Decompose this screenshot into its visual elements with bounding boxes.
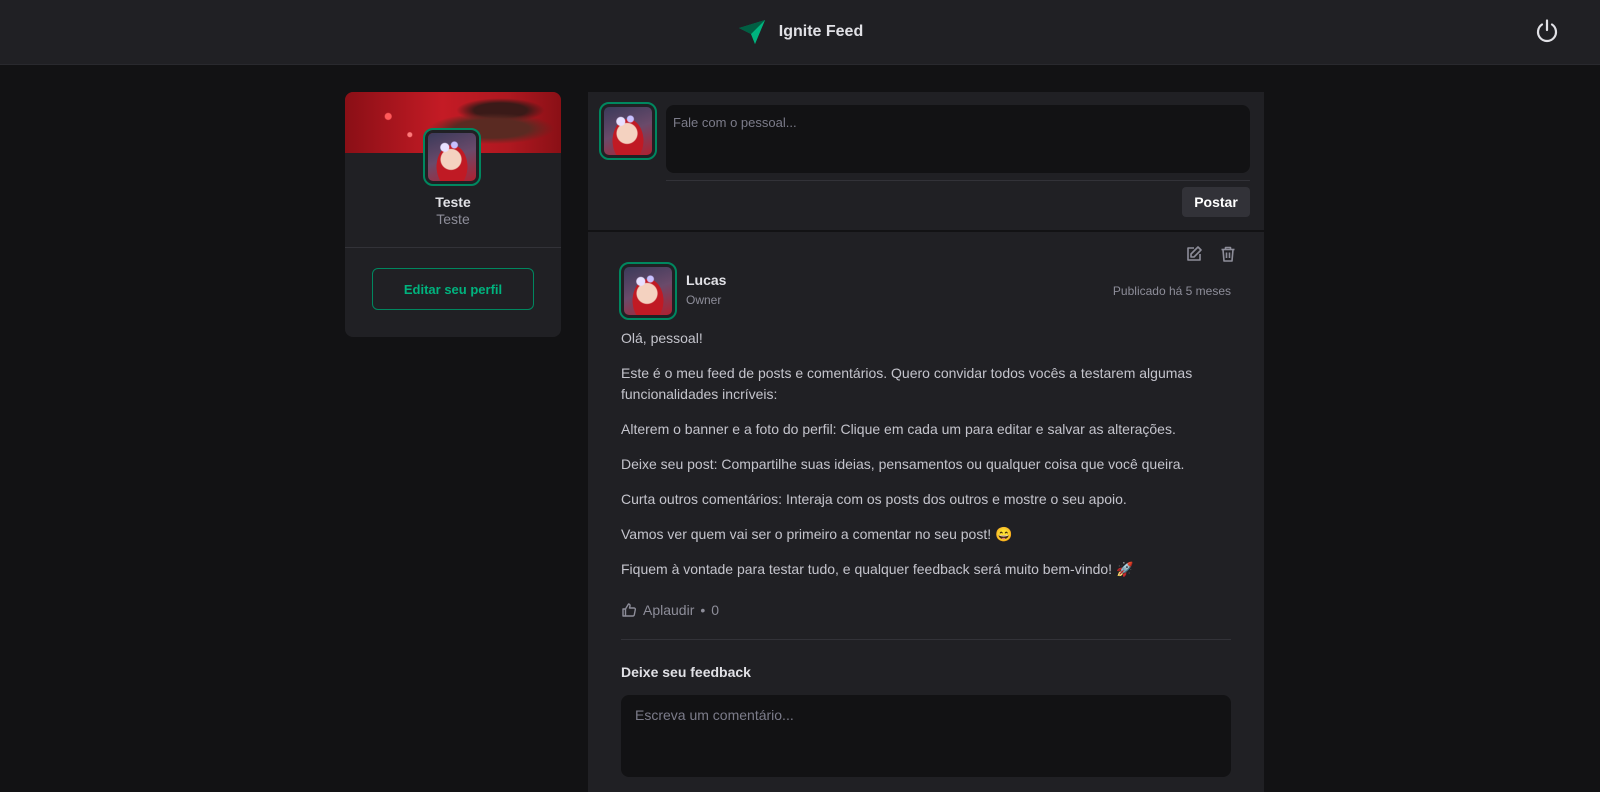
avatar[interactable]: [619, 262, 677, 320]
composer-divider: [666, 180, 1250, 181]
published-time: Publicado há 5 meses: [1112, 284, 1231, 298]
paper-plane-icon: [737, 18, 767, 46]
post-card: Lucas Owner Publicado há 5 meses Olá, pe…: [588, 232, 1264, 792]
edit-icon[interactable]: [1184, 244, 1204, 264]
applaud-count: 0: [711, 602, 720, 618]
post-paragraph: Vamos ver quem vai ser o primeiro a come…: [621, 526, 1013, 542]
power-icon[interactable]: [1534, 18, 1560, 44]
post-content: Olá, pessoal! Este é o meu feed de posts…: [621, 328, 1231, 594]
post-paragraph: Fiquem à vontade para testar tudo, e qua…: [621, 561, 1134, 577]
post-paragraph: Olá, pessoal!: [621, 330, 703, 346]
profile-role: Teste: [436, 211, 470, 227]
post-paragraph: Deixe seu post: Compartilhe suas ideias,…: [621, 456, 1185, 472]
profile-sidebar: Teste Teste Editar seu perfil: [345, 92, 561, 337]
brand: Ignite Feed: [737, 18, 863, 46]
applaud-separator: •: [700, 602, 706, 618]
post-paragraph: Este é o meu feed de posts e comentários…: [621, 365, 1193, 402]
post-paragraph: Curta outros comentários: Interaja com o…: [621, 491, 1127, 507]
app-header: Ignite Feed: [0, 0, 1600, 65]
post-divider: [621, 639, 1231, 640]
post-button[interactable]: Postar: [1182, 187, 1250, 217]
post-input[interactable]: [666, 105, 1250, 173]
post-composer: [588, 92, 1264, 230]
author-role: Owner: [686, 293, 722, 307]
applaud-button[interactable]: Aplaudir • 0: [621, 602, 719, 618]
trash-icon[interactable]: [1218, 244, 1238, 264]
author-name: Lucas: [686, 272, 727, 288]
post-paragraph: Alterem o banner e a foto do perfil: Cli…: [621, 421, 1176, 437]
thumbs-up-icon: [621, 602, 637, 618]
comment-input[interactable]: [621, 695, 1231, 777]
avatar: [599, 102, 657, 160]
profile-name: Teste: [435, 194, 471, 210]
applaud-label: Aplaudir: [643, 602, 695, 618]
avatar[interactable]: [423, 128, 481, 186]
app-title: Ignite Feed: [778, 23, 864, 40]
sidebar-divider: [345, 247, 561, 248]
feedback-title: Deixe seu feedback: [621, 664, 751, 680]
edit-profile-button[interactable]: Editar seu perfil: [372, 268, 534, 310]
